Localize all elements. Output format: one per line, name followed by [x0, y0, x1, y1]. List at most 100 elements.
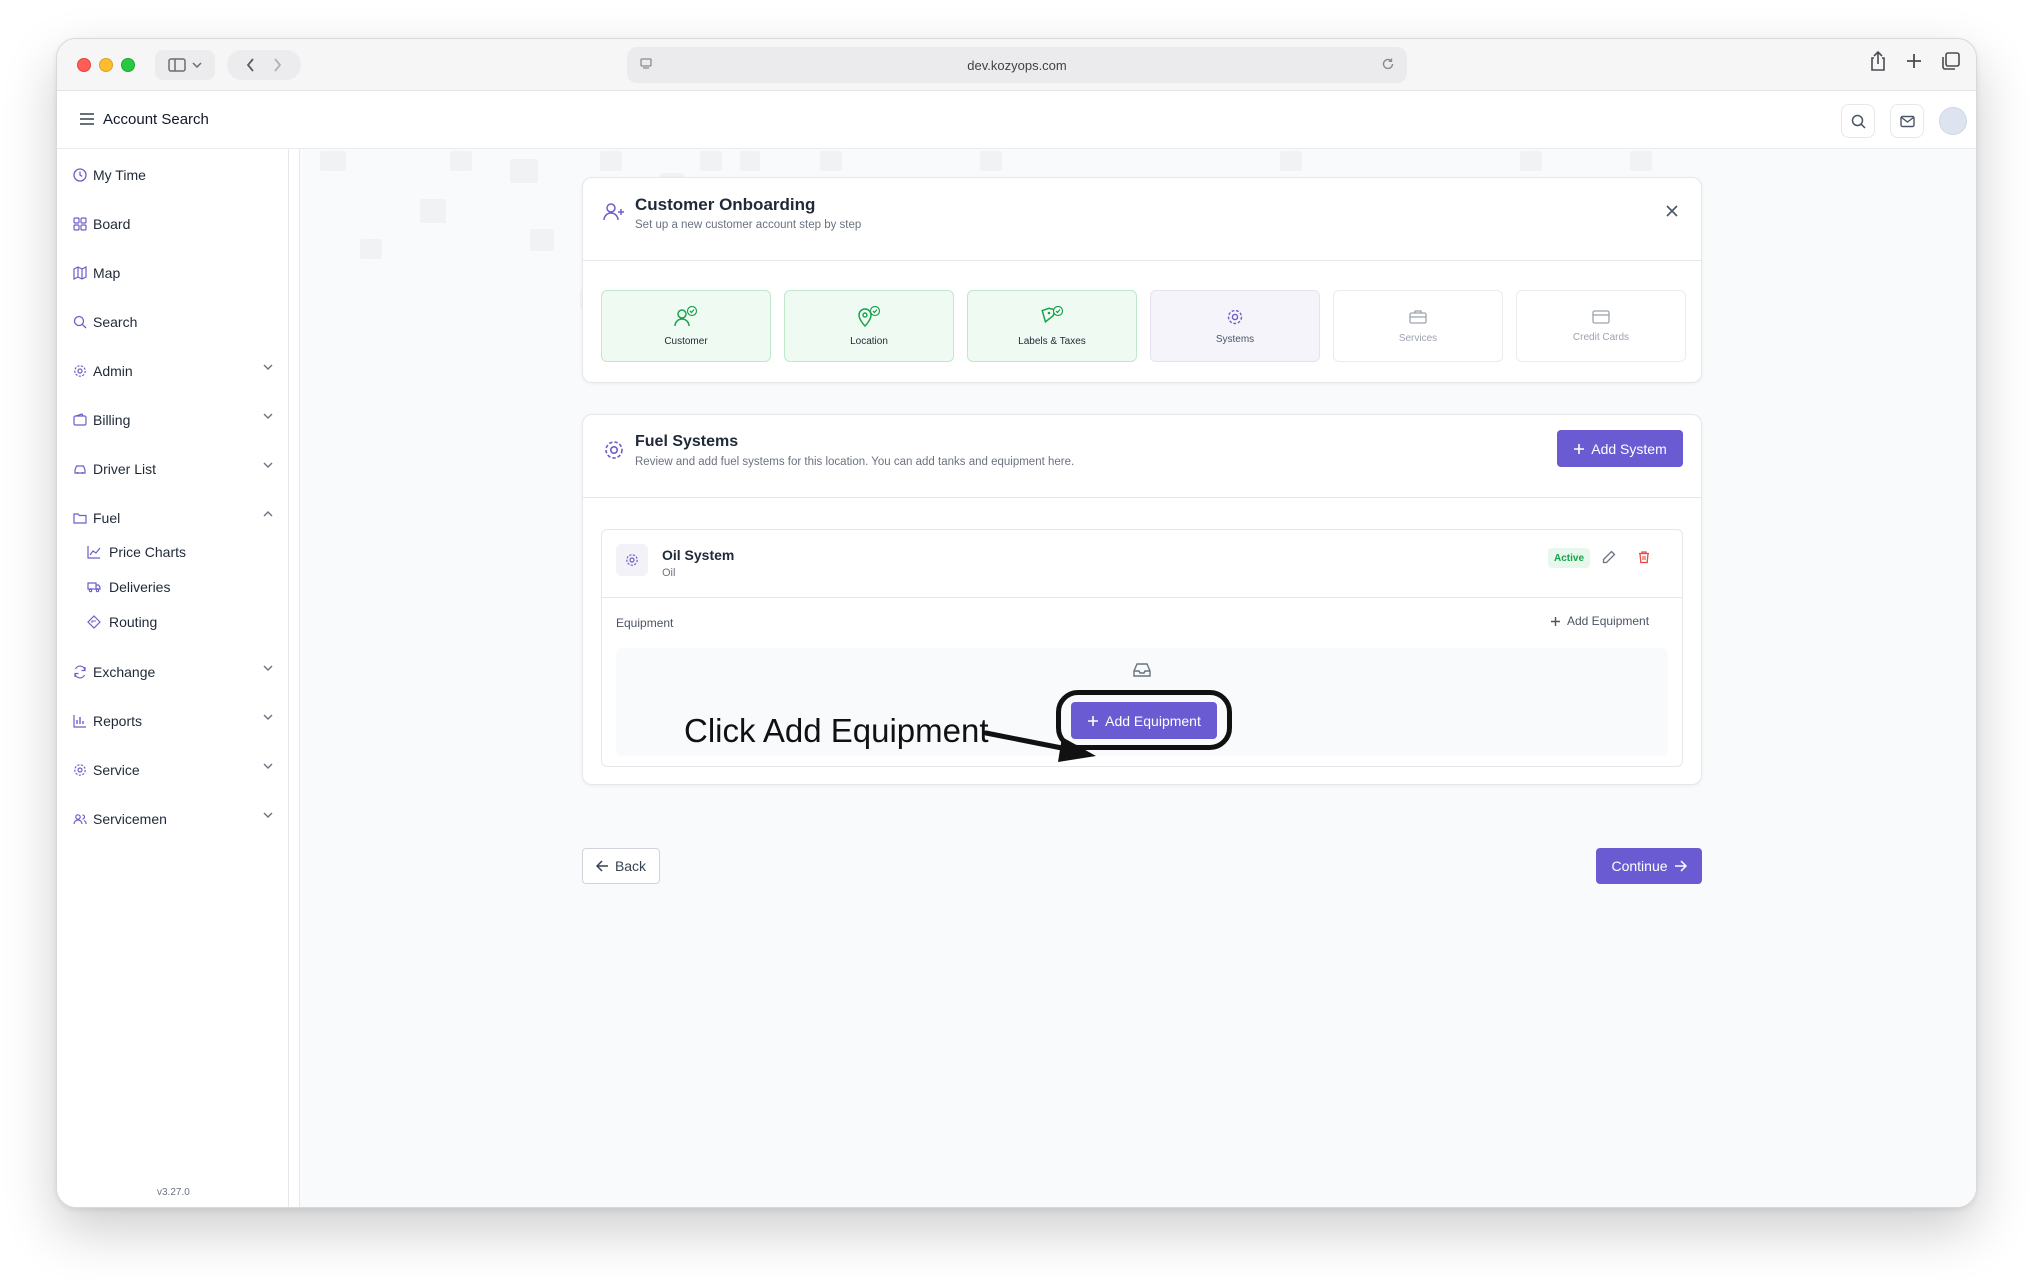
- map-icon: [73, 266, 87, 280]
- sidebar-toggle-button[interactable]: [155, 50, 215, 80]
- sidebar-item-label: Exchange: [93, 664, 156, 680]
- background-tile: [420, 199, 446, 223]
- sidebar-item-label: Admin: [93, 363, 133, 379]
- car-icon: [74, 465, 86, 474]
- continue-button[interactable]: Continue: [1596, 848, 1702, 884]
- folder-icon: [73, 513, 87, 524]
- step-credit-cards[interactable]: Credit Cards: [1516, 290, 1686, 362]
- briefcase-icon: [1409, 309, 1427, 324]
- background-tile: [1520, 151, 1542, 171]
- plus-icon: [1574, 443, 1585, 454]
- inbox-icon: [1133, 663, 1151, 677]
- sidebar-item-label: Search: [93, 314, 138, 330]
- sidebar-subitem-price-charts[interactable]: Price Charts: [87, 541, 186, 563]
- sidebar-item-label: Reports: [93, 713, 143, 729]
- forward-arrow-icon[interactable]: [273, 58, 282, 72]
- tabs-overview-icon[interactable]: [1940, 50, 1962, 72]
- sidebar-item-label: Driver List: [93, 461, 157, 477]
- sidebar-item-label: Board: [93, 216, 131, 232]
- plus-icon: [1551, 616, 1560, 626]
- avatar[interactable]: [1939, 107, 1967, 135]
- reload-icon[interactable]: [1381, 57, 1395, 71]
- chevron-down-icon: [263, 714, 273, 720]
- back-arrow-icon[interactable]: [246, 58, 255, 72]
- sidebar-item-my-time[interactable]: My Time: [73, 163, 273, 187]
- search-icon: [73, 315, 87, 329]
- add-equipment-link[interactable]: Add Equipment: [1550, 614, 1649, 628]
- chevron-down-icon: [263, 665, 273, 671]
- sidebar-item-label: My Time: [93, 167, 146, 183]
- step-location[interactable]: Location: [784, 290, 954, 362]
- browser-toolbar: dev.kozyops.com: [57, 39, 1976, 91]
- sidebar-subitem-routing[interactable]: Routing: [87, 611, 157, 633]
- sidebar-icon: [168, 58, 186, 72]
- sidebar-item-servicemen[interactable]: Servicemen: [73, 807, 273, 831]
- step-label: Systems: [1215, 333, 1255, 345]
- sidebar-item-exchange[interactable]: Exchange: [73, 660, 273, 684]
- close-window-button[interactable]: [77, 58, 91, 72]
- gear-icon: [1227, 309, 1243, 324]
- sidebar-item-billing[interactable]: Billing: [73, 408, 273, 432]
- new-tab-icon[interactable]: [1904, 50, 1924, 72]
- background-tile: [360, 239, 382, 259]
- background-tile: [1280, 151, 1302, 171]
- browser-window: dev.kozyops.com Account Search My Time B…: [56, 38, 1977, 1208]
- back-button[interactable]: Back: [582, 848, 660, 884]
- edit-icon[interactable]: [1602, 550, 1616, 564]
- sidebar-item-reports[interactable]: Reports: [73, 709, 273, 733]
- sidebar-item-label: Map: [93, 265, 121, 281]
- background-tile: [320, 151, 346, 171]
- sidebar-item-service[interactable]: Service: [73, 758, 273, 782]
- background-tile: [530, 229, 554, 251]
- header-mail-button[interactable]: [1890, 104, 1924, 138]
- step-labels-taxes[interactable]: Labels & Taxes: [967, 290, 1137, 362]
- onboarding-card: Customer Onboarding Set up a new custome…: [582, 177, 1702, 383]
- line-chart-icon: [87, 546, 101, 559]
- arrow-right-icon: [1674, 860, 1687, 872]
- sidebar-subitem-deliveries[interactable]: Deliveries: [87, 576, 170, 598]
- step-label: Customer: [664, 335, 708, 347]
- annotation-text: Click Add Equipment: [684, 712, 989, 749]
- chevron-down-icon: [263, 763, 273, 769]
- background-tile: [700, 151, 722, 171]
- chevron-down-icon: [263, 413, 273, 419]
- plus-icon: [1088, 715, 1099, 726]
- menu-icon[interactable]: [79, 112, 95, 126]
- credit-card-icon: [1592, 309, 1610, 324]
- step-customer[interactable]: Customer: [601, 290, 771, 362]
- onboarding-title: Customer Onboarding: [635, 195, 816, 214]
- header-search-button[interactable]: [1841, 104, 1875, 138]
- add-equipment-button[interactable]: Add Equipment: [1071, 702, 1217, 739]
- wallet-icon: [73, 413, 87, 426]
- sidebar-item-admin[interactable]: Admin: [73, 359, 273, 383]
- page-icon: [640, 58, 652, 69]
- minimize-window-button[interactable]: [99, 58, 113, 72]
- page-title[interactable]: Account Search: [103, 111, 209, 128]
- divider: [583, 260, 1701, 261]
- sidebar-item-label: Billing: [93, 412, 131, 428]
- step-systems[interactable]: Systems: [1150, 290, 1320, 362]
- sidebar-item-map[interactable]: Map: [73, 261, 273, 285]
- sidebar-item-search[interactable]: Search: [73, 310, 273, 334]
- address-bar[interactable]: dev.kozyops.com: [627, 47, 1407, 83]
- chevron-down-icon: [192, 62, 202, 68]
- route-icon: [87, 615, 101, 629]
- sidebar-item-fuel[interactable]: Fuel: [73, 506, 273, 530]
- sidebar-item-board[interactable]: Board: [73, 212, 273, 236]
- back-label: Back: [614, 858, 647, 874]
- sidebar-item-driver-list[interactable]: Driver List: [73, 457, 273, 481]
- chevron-down-icon: [263, 812, 273, 818]
- step-services[interactable]: Services: [1333, 290, 1503, 362]
- add-system-button[interactable]: Add System: [1557, 430, 1683, 467]
- close-icon[interactable]: [1665, 204, 1679, 218]
- main-content: Customer Onboarding Set up a new custome…: [300, 149, 1976, 1207]
- fuel-systems-subtitle: Review and add fuel systems for this loc…: [635, 456, 1075, 468]
- maximize-window-button[interactable]: [121, 58, 135, 72]
- clock-icon: [73, 168, 87, 182]
- step-label: Services: [1398, 332, 1438, 344]
- app-version: v3.27.0: [157, 1187, 190, 1198]
- sidebar-subitem-label: Deliveries: [109, 579, 171, 595]
- trash-icon[interactable]: [1637, 550, 1651, 564]
- share-icon[interactable]: [1868, 50, 1888, 72]
- background-tile: [980, 151, 1002, 171]
